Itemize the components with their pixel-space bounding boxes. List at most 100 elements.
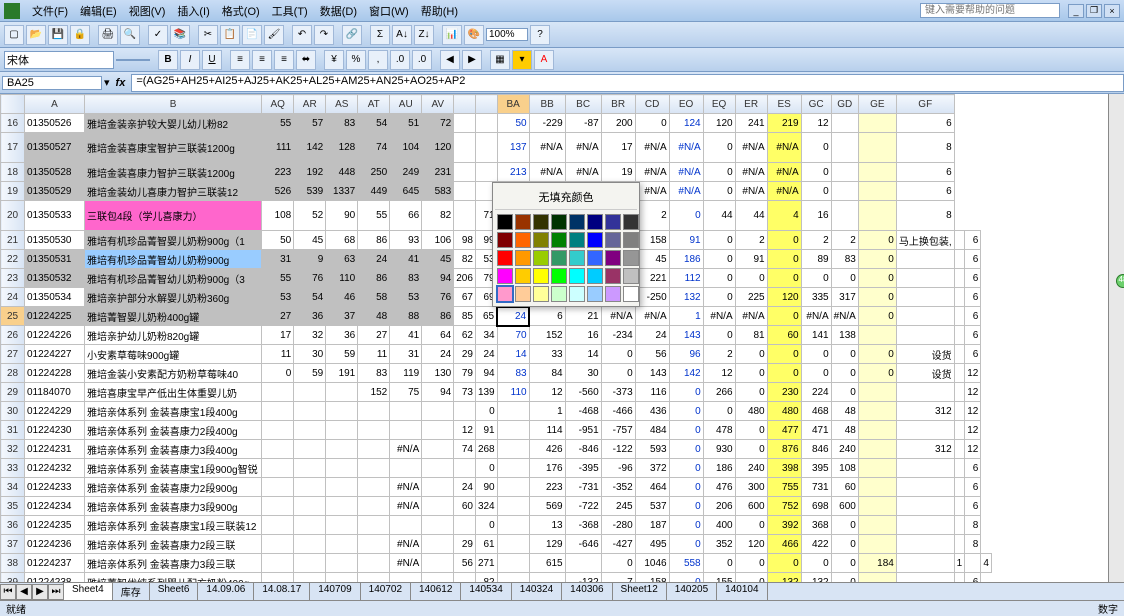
copy-icon[interactable]: 📋 [220,25,240,45]
research-icon[interactable]: 📚 [170,25,190,45]
drawing-icon[interactable]: 🎨 [464,25,484,45]
cell[interactable]: 4 [767,201,801,231]
cell[interactable] [262,478,294,497]
cell[interactable]: 12 [965,440,981,459]
sheet-tab[interactable]: 140534 [460,583,511,601]
cell[interactable] [858,535,896,554]
cell[interactable]: 0 [669,421,703,440]
cell[interactable]: 雅培金装喜康力智护三联装1200g [85,163,262,182]
color-swatch[interactable] [533,232,549,248]
cell[interactable]: #N/A [735,163,767,182]
row-header[interactable]: 22 [1,250,25,269]
cell[interactable]: 108 [831,459,858,478]
cell[interactable]: 0 [669,201,703,231]
row-header[interactable]: 20 [1,201,25,231]
cell[interactable]: 60 [454,497,476,516]
cell[interactable]: -846 [565,440,601,459]
cell[interactable]: 480 [767,402,801,421]
cell[interactable]: 01224231 [25,440,85,459]
cell[interactable] [831,114,858,133]
cell[interactable]: 82 [454,250,476,269]
cell[interactable]: 120 [703,114,735,133]
cell[interactable]: 0 [669,440,703,459]
column-header[interactable] [475,95,497,114]
cell[interactable]: 12 [965,383,981,402]
cell[interactable]: 94 [422,269,454,288]
cell[interactable]: 74 [358,133,390,163]
cell[interactable]: 雅培亲体系列 金装喜康力2段三联 [85,535,262,554]
cell[interactable]: 0 [735,269,767,288]
cell[interactable]: 6 [965,269,981,288]
cell[interactable]: 372 [635,459,669,478]
cell[interactable]: 56 [454,554,476,573]
cell[interactable]: 876 [767,440,801,459]
column-header[interactable]: BC [565,95,601,114]
cell[interactable]: 55 [358,201,390,231]
cell[interactable]: 245 [601,497,635,516]
cell[interactable]: 0 [703,269,735,288]
color-swatch[interactable] [551,214,567,230]
cell[interactable] [358,554,390,573]
cell[interactable]: 0 [262,364,294,383]
cell[interactable] [497,440,529,459]
row-header[interactable]: 17 [1,133,25,163]
cell[interactable]: 0 [703,163,735,182]
cell[interactable]: 雅培亲体系列 金装喜康宝1段400g [85,402,262,421]
row-header[interactable]: 36 [1,516,25,535]
cell[interactable]: 01350526 [25,114,85,133]
cell[interactable]: 120 [422,133,454,163]
cell[interactable] [294,459,326,478]
column-header[interactable]: B [85,95,262,114]
increase-decimal-icon[interactable]: .0 [390,50,410,70]
cell[interactable]: 12 [965,364,981,383]
decrease-decimal-icon[interactable]: .0 [412,50,432,70]
cell[interactable]: 106 [422,231,454,250]
cell[interactable]: #N/A [390,535,422,554]
cell[interactable]: 1046 [635,554,669,573]
cell[interactable] [294,516,326,535]
minimize-button[interactable]: _ [1068,4,1084,18]
sheet-tab[interactable]: 14.08.17 [253,583,310,601]
cell[interactable] [858,497,896,516]
cell[interactable]: 2 [801,231,831,250]
cell[interactable]: 51 [390,114,422,133]
cell[interactable]: 55 [262,269,294,288]
cell[interactable] [454,182,476,201]
cell[interactable]: 0 [767,554,801,573]
cell[interactable] [858,383,896,402]
cell[interactable]: -757 [601,421,635,440]
row-header[interactable]: 27 [1,345,25,364]
cell[interactable]: -560 [565,383,601,402]
cell[interactable]: 0 [831,383,858,402]
cell[interactable]: #N/A [601,307,635,326]
cell[interactable]: 426 [529,440,565,459]
cell[interactable]: 583 [422,182,454,201]
cell[interactable]: 477 [767,421,801,440]
cell[interactable] [954,497,965,516]
cell[interactable] [262,459,294,478]
color-swatch[interactable] [515,214,531,230]
cell[interactable]: 19 [601,163,635,182]
cell[interactable]: 0 [703,231,735,250]
cell[interactable]: 0 [858,364,896,383]
cell[interactable]: 400 [703,516,735,535]
cell[interactable]: 0 [858,269,896,288]
cell[interactable]: 84 [529,364,565,383]
color-swatch[interactable] [497,268,513,284]
cell[interactable]: 21 [565,307,601,326]
cell[interactable]: 雅培金装小安素配方奶粉草莓味40 [85,364,262,383]
cell[interactable]: 86 [358,269,390,288]
cell[interactable]: 6 [896,182,954,201]
cell[interactable]: 1 [669,307,703,326]
menu-item[interactable]: 帮助(H) [415,1,464,21]
cell[interactable]: 158 [635,231,669,250]
column-header[interactable]: EO [669,95,703,114]
sheet-tab[interactable]: 14.09.06 [197,583,254,601]
cell[interactable] [358,402,390,421]
color-swatch[interactable] [551,250,567,266]
cell[interactable]: 36 [294,307,326,326]
cell[interactable]: 436 [635,402,669,421]
cell[interactable]: 91 [735,250,767,269]
help-icon[interactable]: ? [530,25,550,45]
column-header[interactable]: ES [767,95,801,114]
